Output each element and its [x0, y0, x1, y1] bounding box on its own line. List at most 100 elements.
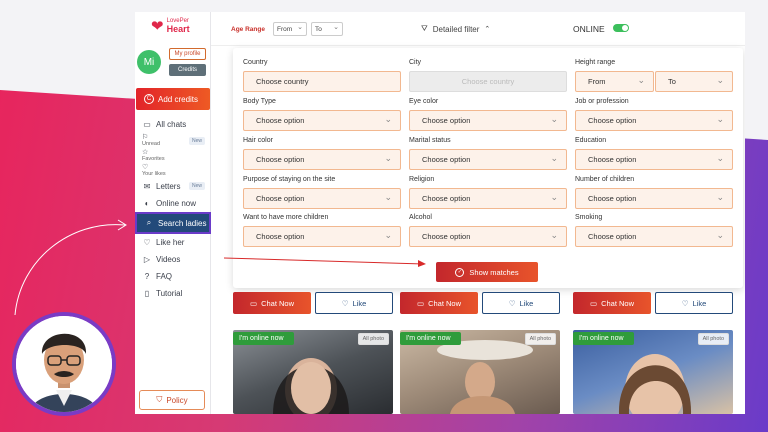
- all-photo-button[interactable]: All photo: [697, 333, 729, 345]
- sidebar-item-letters[interactable]: ✉ Letters New: [135, 178, 211, 195]
- sidebar-item-favorites[interactable]: ☆ Favorites: [135, 148, 211, 163]
- heart-icon: ♡: [508, 298, 516, 308]
- online-badge: I'm online now: [400, 332, 461, 345]
- filter-alcohol: Alcohol Choose option: [409, 214, 567, 247]
- filter-body-type: Body Type Choose option: [243, 98, 401, 131]
- credits-button[interactable]: Credits: [169, 64, 206, 76]
- filter-topbar: Age Range From To ⛛ Detailed filter ⌃ ON…: [211, 12, 745, 46]
- country-select[interactable]: Choose country: [243, 71, 401, 92]
- sidebar-item-unread[interactable]: ⚐ Unread New: [135, 133, 211, 148]
- heart-icon: ♡: [681, 298, 689, 308]
- sidebar-item-tutorial[interactable]: ▯ Tutorial: [135, 285, 211, 302]
- filter-hair-color: Hair color Choose option: [243, 137, 401, 170]
- chat-icon: ▭: [589, 298, 598, 308]
- education-select[interactable]: Choose option: [575, 149, 733, 170]
- eye-color-select[interactable]: Choose option: [409, 110, 567, 131]
- profile-photo[interactable]: I'm online now All photo: [573, 330, 733, 414]
- online-badge: I'm online now: [233, 332, 294, 345]
- like-button[interactable]: ♡ Like: [482, 292, 560, 314]
- filter-education: Education Choose option: [575, 137, 733, 170]
- chat-icon: ▭: [249, 298, 258, 308]
- video-icon: ▷: [143, 255, 151, 264]
- filter-city: City Choose country: [409, 59, 567, 92]
- online-toggle[interactable]: [613, 24, 629, 32]
- chat-now-button[interactable]: ▭ Chat Now: [573, 292, 651, 314]
- filter-eye-color: Eye color Choose option: [409, 98, 567, 131]
- logo[interactable]: ❤ LovePer Heart: [151, 18, 190, 34]
- cartoon-man-image: [16, 316, 112, 412]
- more-children-select[interactable]: Choose option: [243, 226, 401, 247]
- logo-line2: Heart: [166, 23, 190, 34]
- number-of-children-select[interactable]: Choose option: [575, 188, 733, 209]
- sidebar-item-all-chats[interactable]: ▭ All chats: [135, 116, 211, 133]
- sidebar-item-online-now[interactable]: ◐ Online now: [135, 195, 211, 212]
- sidebar-nav: ▭ All chats ⚐ Unread New ☆ Favorites ♡ Y…: [135, 116, 211, 302]
- my-profile-button[interactable]: My profile: [169, 48, 206, 60]
- filter-icon: ⛛: [421, 24, 428, 33]
- new-badge: New: [188, 182, 205, 190]
- body-type-select[interactable]: Choose option: [243, 110, 401, 131]
- card-actions-1: ▭ Chat Now ♡ Like: [233, 292, 393, 314]
- job-select[interactable]: Choose option: [575, 110, 733, 131]
- flag-icon: ⚐: [142, 134, 149, 141]
- profile-photo[interactable]: I'm online now All photo: [400, 330, 560, 414]
- chat-now-button[interactable]: ▭ Chat Now: [400, 292, 478, 314]
- question-icon: ?: [144, 272, 150, 281]
- filter-smoking: Smoking Choose option: [575, 214, 733, 247]
- age-to-select[interactable]: To: [311, 22, 343, 36]
- sidebar-item-videos[interactable]: ▷ Videos: [135, 251, 211, 268]
- hair-color-select[interactable]: Choose option: [243, 149, 401, 170]
- age-from-select[interactable]: From: [273, 22, 307, 36]
- alcohol-select[interactable]: Choose option: [409, 226, 567, 247]
- height-to-select[interactable]: To: [655, 71, 733, 92]
- all-photo-button[interactable]: All photo: [357, 333, 389, 345]
- filter-country: Country Choose country: [243, 59, 401, 92]
- age-range-label: Age Range: [231, 26, 265, 33]
- presenter-avatar: [12, 312, 116, 416]
- all-photo-button[interactable]: All photo: [524, 333, 556, 345]
- marital-status-select[interactable]: Choose option: [409, 149, 567, 170]
- like-button[interactable]: ♡ Like: [655, 292, 733, 314]
- profile-photo[interactable]: I'm online now All photo: [233, 330, 393, 414]
- filter-marital-status: Marital status Choose option: [409, 137, 567, 170]
- detailed-filter-toggle[interactable]: ⛛ Detailed filter ⌃: [421, 24, 490, 34]
- star-icon: ☆: [142, 149, 149, 156]
- sidebar-item-search-ladies[interactable]: ⌕ Search ladies: [135, 212, 211, 234]
- policy-button[interactable]: ⛉ Policy: [139, 390, 205, 410]
- city-select[interactable]: Choose country: [409, 71, 567, 92]
- card-actions-3: ▭ Chat Now ♡ Like: [573, 292, 733, 314]
- filter-job: Job or profession Choose option: [575, 98, 733, 131]
- heart-icon: ♡: [142, 164, 149, 171]
- sidebar-item-faq[interactable]: ? FAQ: [135, 268, 211, 285]
- annotation-arrow: [223, 257, 426, 267]
- filter-number-of-children: Number of children Choose option: [575, 176, 733, 209]
- add-credits-button[interactable]: C Add credits: [136, 88, 210, 110]
- chat-icon: ▭: [416, 298, 425, 308]
- new-badge: New: [188, 137, 205, 145]
- book-icon: ▯: [144, 289, 150, 298]
- religion-select[interactable]: Choose option: [409, 188, 567, 209]
- show-matches-button[interactable]: ✓ Show matches: [436, 262, 538, 282]
- avatar[interactable]: Mi: [137, 50, 161, 74]
- chat-icon: ▭: [143, 120, 151, 129]
- filter-religion: Religion Choose option: [409, 176, 567, 209]
- chat-now-button[interactable]: ▭ Chat Now: [233, 292, 311, 314]
- chevron-up-icon: ⌃: [484, 26, 491, 33]
- heart-icon: ♡: [143, 238, 151, 247]
- height-from-select[interactable]: From: [575, 71, 654, 92]
- heart-icon: ♡: [341, 298, 349, 308]
- search-icon: ⌕: [146, 218, 152, 227]
- mail-icon: ✉: [143, 182, 151, 191]
- card-actions-2: ▭ Chat Now ♡ Like: [400, 292, 560, 314]
- sidebar-item-like-her[interactable]: ♡ Like her: [135, 234, 211, 251]
- smoking-select[interactable]: Choose option: [575, 226, 733, 247]
- check-circle-icon: ✓: [455, 267, 465, 277]
- shield-icon: ⛉: [156, 395, 163, 404]
- decorative-curve: [14, 219, 127, 316]
- like-button[interactable]: ♡ Like: [315, 292, 393, 314]
- app-window: ❤ LovePer Heart Mi My profile Credits C A…: [135, 12, 745, 414]
- purpose-select[interactable]: Choose option: [243, 188, 401, 209]
- online-label: ONLINE: [573, 24, 605, 34]
- sidebar-item-your-likes[interactable]: ♡ Your likes: [135, 163, 211, 178]
- toggle-icon: ◐: [144, 199, 150, 208]
